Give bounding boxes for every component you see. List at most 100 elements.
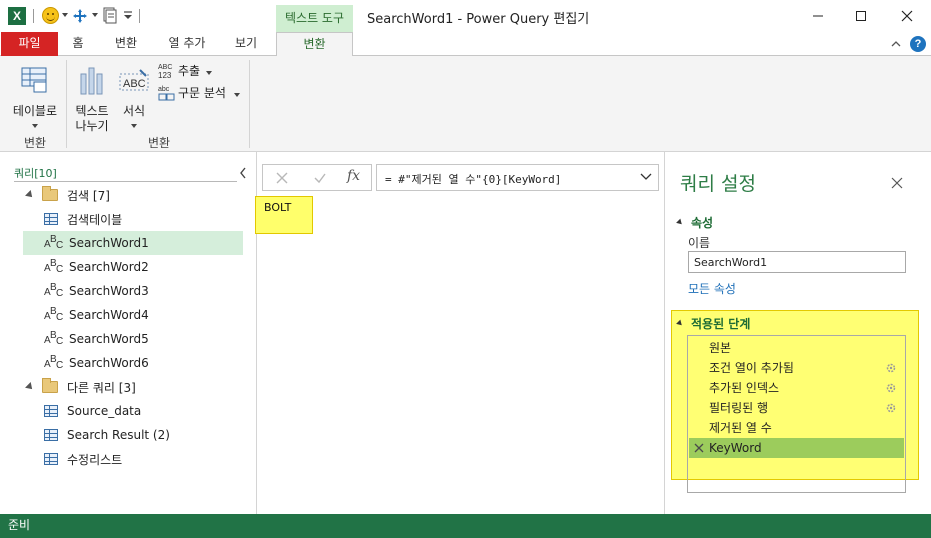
chevron-down-icon <box>234 93 240 97</box>
tab-view[interactable]: 보기 <box>226 32 266 56</box>
tab-add-column[interactable]: 열 추가 <box>158 32 216 56</box>
tab-context-transform[interactable]: 변환 <box>276 32 353 57</box>
confirm-formula-icon[interactable] <box>313 171 327 185</box>
query-item-label: 검색테이블 <box>67 212 123 227</box>
function-icon[interactable]: fx <box>347 168 360 184</box>
text-type-icon: ABC <box>44 234 64 251</box>
help-icon[interactable]: ? <box>910 36 926 52</box>
customize-qat-icon[interactable] <box>123 8 133 22</box>
query-item[interactable]: 검색테이블 <box>44 207 242 231</box>
close-icon[interactable] <box>891 177 903 189</box>
query-group-label: 검색 [7] <box>67 188 110 203</box>
step-label: 조건 열이 추가됨 <box>709 361 794 375</box>
folder-icon <box>42 378 58 393</box>
name-label: 이름 <box>688 236 711 250</box>
query-item[interactable]: ABC SearchWord3 <box>44 279 242 303</box>
extract-button[interactable]: ABC 123 추출 <box>158 62 218 82</box>
query-item[interactable]: ABC SearchWord5 <box>44 327 242 351</box>
smiley-icon[interactable] <box>42 7 59 24</box>
extract-label: 추출 <box>178 64 201 78</box>
query-item[interactable]: Source_data <box>44 399 242 423</box>
step-item[interactable]: 조건 열이 추가됨 <box>689 358 904 378</box>
tab-home[interactable]: 홈 <box>62 32 94 56</box>
table-icon <box>44 213 58 225</box>
document-icon[interactable] <box>103 7 117 24</box>
step-label: 필터링된 행 <box>709 401 769 415</box>
expand-arrow-icon[interactable] <box>25 382 35 392</box>
step-item[interactable]: 필터링된 행 <box>689 398 904 418</box>
close-icon <box>901 10 913 22</box>
query-settings-pane: 쿼리 설정 속성 이름 모든 속성 적용된 단계 원본 조건 열이 추가됨 추가… <box>664 152 931 514</box>
maximize-button[interactable] <box>838 0 884 32</box>
gear-icon[interactable] <box>885 382 897 394</box>
delete-step-icon[interactable] <box>694 443 704 453</box>
step-item-selected[interactable]: KeyWord <box>689 438 904 458</box>
table-convert-icon <box>21 67 47 93</box>
result-value[interactable]: BOLT <box>264 201 291 214</box>
queries-title[interactable]: 쿼리[10] <box>14 165 57 181</box>
step-label: KeyWord <box>709 441 762 455</box>
query-item-label: SearchWord6 <box>69 356 149 370</box>
split-text-button[interactable]: 텍스트 나누기 <box>72 62 112 133</box>
text-type-icon: ABC <box>44 354 64 371</box>
step-label: 제거된 열 수 <box>709 421 772 435</box>
tab-transform[interactable]: 변환 <box>106 32 146 56</box>
gear-icon[interactable] <box>885 362 897 374</box>
format-icon: ABC <box>119 69 149 91</box>
applied-steps-header[interactable]: 적용된 단계 <box>676 315 751 332</box>
applied-steps-header-label: 적용된 단계 <box>691 317 751 331</box>
queries-title-underline <box>14 181 237 182</box>
minimize-button[interactable] <box>795 0 841 32</box>
formula-input[interactable]: = #"제거된 열 수"{0}[KeyWord] <box>376 164 659 191</box>
chevron-down-icon <box>206 71 212 75</box>
table-icon <box>44 429 58 441</box>
to-table-button[interactable]: 테이블로 <box>8 62 62 128</box>
collapse-pane-icon[interactable] <box>238 166 248 180</box>
query-item-label: SearchWord5 <box>69 332 149 346</box>
extract-icon: ABC 123 <box>158 64 172 80</box>
excel-icon[interactable]: X <box>8 7 26 25</box>
query-item-selected[interactable]: ABC SearchWord1 <box>23 231 243 255</box>
step-item[interactable]: 제거된 열 수 <box>689 418 904 438</box>
cancel-formula-icon[interactable] <box>275 171 289 185</box>
step-label: 원본 <box>709 341 732 355</box>
chevron-down-icon[interactable] <box>92 13 98 17</box>
ribbon: 테이블로 변환 텍스트 나누기 ABC 서식 ABC 123 추출 abc 구문… <box>0 56 931 152</box>
tab-file[interactable]: 파일 <box>1 32 58 56</box>
format-label: 서식 <box>122 104 146 118</box>
step-item[interactable]: 추가된 인덱스 <box>689 378 904 398</box>
query-group-label: 다른 쿼리 [3] <box>67 380 136 395</box>
format-button[interactable]: ABC 서식 <box>116 62 152 128</box>
expand-arrow-icon[interactable] <box>676 319 684 328</box>
query-group-other[interactable]: 다른 쿼리 [3] <box>25 375 242 399</box>
query-item[interactable]: ABC SearchWord6 <box>44 351 242 375</box>
query-item[interactable]: Search Result (2) <box>44 423 242 447</box>
query-group-search[interactable]: 검색 [7] <box>25 183 242 207</box>
window-title: SearchWord1 - Power Query 편집기 <box>367 12 590 27</box>
ribbon-separator <box>66 60 67 148</box>
query-item-label: SearchWord4 <box>69 308 149 322</box>
chevron-down-icon[interactable] <box>640 173 652 181</box>
chevron-down-icon <box>32 124 38 128</box>
text-type-icon: ABC <box>44 282 64 299</box>
query-item[interactable]: ABC SearchWord4 <box>44 303 242 327</box>
ribbon-tab-bar: 파일 홈 변환 열 추가 보기 변환 ? <box>0 32 931 57</box>
parse-button[interactable]: abc 구문 분석 <box>158 84 244 104</box>
move-icon[interactable] <box>72 8 88 24</box>
expand-arrow-icon[interactable] <box>676 218 684 227</box>
all-properties-link[interactable]: 모든 속성 <box>688 280 736 297</box>
queries-pane: 쿼리[10] 검색 [7] 검색테이블 ABC SearchWord1 ABC … <box>0 152 257 514</box>
close-button[interactable] <box>884 0 930 32</box>
collapse-ribbon-icon[interactable] <box>889 37 903 51</box>
svg-text:abc: abc <box>158 86 170 93</box>
status-text: 준비 <box>8 518 31 532</box>
query-item[interactable]: ABC SearchWord2 <box>44 255 242 279</box>
parse-label: 구문 분석 <box>178 86 226 100</box>
expand-arrow-icon[interactable] <box>25 190 35 200</box>
chevron-down-icon[interactable] <box>62 13 68 17</box>
step-item[interactable]: 원본 <box>689 338 904 358</box>
gear-icon[interactable] <box>885 402 897 414</box>
query-item[interactable]: 수정리스트 <box>44 447 242 471</box>
query-name-input[interactable] <box>688 251 906 273</box>
properties-header[interactable]: 속성 <box>676 214 713 231</box>
